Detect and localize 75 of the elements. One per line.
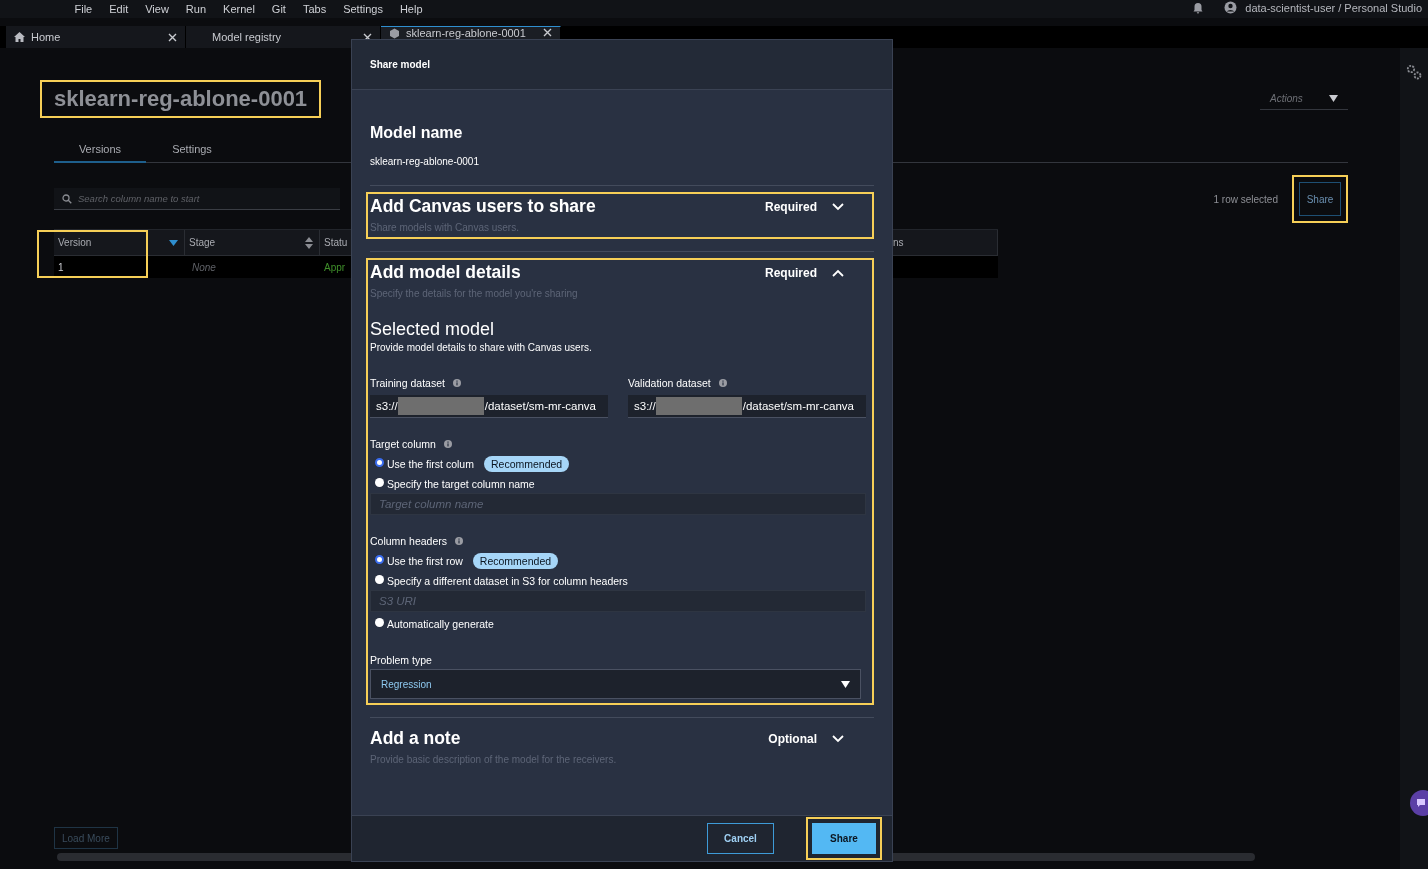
section-header[interactable]: Add a note Optional — [370, 728, 872, 749]
user-icon[interactable] — [1224, 1, 1238, 14]
menu-item[interactable]: Kernel — [214, 3, 264, 15]
radio-button[interactable] — [375, 575, 384, 584]
menu-item[interactable]: Settings — [334, 3, 392, 15]
home-icon — [14, 32, 25, 42]
radio-label[interactable]: Specify a different dataset in S3 for column headers — [387, 575, 628, 587]
column-header[interactable]: Stage — [185, 230, 320, 255]
subsection-description: Provide model details to share with Canvas users. — [370, 342, 593, 353]
actions-dropdown[interactable]: Actions — [1260, 88, 1348, 110]
radio-button[interactable] — [375, 458, 384, 467]
dialog-title: Share model — [370, 59, 431, 70]
input-field[interactable]: Target column name — [370, 493, 866, 515]
menu-item[interactable]: Edit — [100, 3, 137, 15]
editor-tab[interactable]: Model registry — [186, 26, 381, 48]
field-label: Training dataset — [370, 377, 445, 389]
field-heading: Model name — [370, 124, 464, 142]
menu-item[interactable]: View — [136, 3, 178, 15]
problem-type-dropdown[interactable]: Regression — [370, 669, 861, 699]
menu-item[interactable]: Tabs — [294, 3, 335, 15]
caret-down-icon[interactable] — [1329, 95, 1338, 102]
caret-down-icon[interactable] — [841, 680, 850, 688]
radio-button[interactable] — [375, 555, 384, 564]
info-icon[interactable] — [443, 440, 452, 448]
editor-tab[interactable]: Home — [6, 26, 186, 48]
search-icon — [62, 194, 72, 204]
menu-item[interactable]: Git — [263, 3, 295, 15]
chevron-down-icon[interactable] — [832, 734, 844, 743]
menu-item[interactable]: Help — [391, 3, 432, 15]
chevron-up-icon[interactable] — [832, 268, 844, 277]
subsection-heading: Selected model — [370, 319, 496, 340]
input-field[interactable]: S3 URI — [370, 590, 866, 612]
section-header[interactable]: Add model details Required — [370, 262, 872, 283]
dataset-field[interactable]: s3:// /dataset/sm-mr-canva — [628, 395, 866, 418]
table-cell-text: 1 — [57, 260, 65, 275]
bell-icon[interactable] — [1192, 1, 1205, 14]
page-title: sklearn-reg-ablone-0001 — [54, 85, 308, 113]
model-name: sklearn-reg-ablone-0001 — [370, 156, 480, 167]
radio-label[interactable]: Use the first colum — [387, 458, 474, 470]
info-icon[interactable] — [452, 379, 461, 387]
table-cell-text: None — [191, 260, 217, 275]
search-field[interactable]: Search column name to start — [54, 188, 340, 210]
radio-label[interactable]: Specify the target column name — [387, 478, 535, 490]
close-icon[interactable] — [543, 28, 552, 37]
column-header[interactable]: Version — [54, 230, 185, 255]
sort-icon[interactable] — [305, 236, 313, 249]
recommended-badge: Recommended — [483, 456, 570, 472]
info-icon[interactable] — [718, 379, 727, 387]
dataset-field[interactable]: s3:// /dataset/sm-mr-canva — [370, 395, 608, 418]
field-label: Validation dataset — [628, 377, 711, 389]
radio-button[interactable] — [375, 618, 384, 627]
radio-label[interactable]: Use the first row — [387, 555, 463, 567]
menu-item[interactable]: File — [66, 3, 101, 15]
section-tab[interactable]: Versions — [54, 138, 146, 163]
section-header[interactable]: Add Canvas users to share Required — [370, 196, 872, 217]
sort-descending-icon[interactable] — [169, 239, 178, 246]
recommended-badge: Recommended — [472, 553, 559, 569]
close-icon[interactable] — [168, 32, 177, 42]
field-label: Target column — [370, 438, 436, 450]
selection-count: 1 row selected — [1213, 193, 1278, 205]
menu-item[interactable]: Run — [177, 3, 215, 15]
gears-icon[interactable] — [1406, 64, 1422, 80]
user-label[interactable]: data-scientist-user / Personal Studio — [1245, 1, 1422, 14]
info-icon[interactable] — [455, 537, 464, 545]
section-tab[interactable]: Settings — [146, 138, 238, 163]
chevron-down-icon[interactable] — [832, 202, 844, 211]
share-button[interactable]: Share — [812, 823, 876, 854]
share-button[interactable]: Share — [1299, 182, 1341, 216]
field-label: Column headers — [370, 535, 448, 547]
close-icon[interactable] — [363, 32, 372, 42]
radio-button[interactable] — [375, 478, 384, 487]
field-label: Problem type — [370, 654, 433, 666]
radio-label[interactable]: Automatically generate — [387, 618, 494, 630]
table-cell-text: Appr — [323, 260, 347, 275]
cancel-button[interactable]: Cancel — [707, 823, 774, 854]
